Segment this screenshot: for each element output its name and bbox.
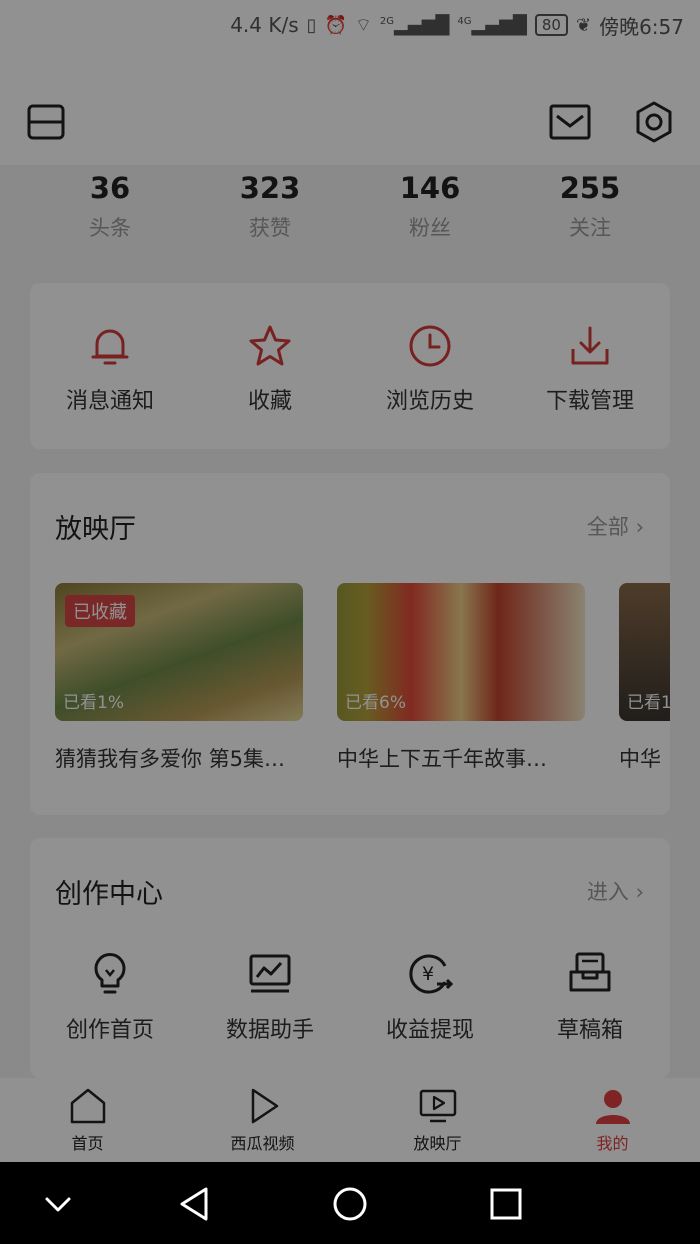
stat-headlines[interactable]: 36 头条: [30, 170, 190, 242]
svg-text:¥: ¥: [422, 963, 434, 985]
section-title: 放映厅: [55, 514, 136, 545]
quick-label: 收藏: [247, 389, 292, 414]
quick-history[interactable]: 浏览历史: [350, 283, 510, 449]
tab-mine[interactable]: 我的: [525, 1078, 700, 1162]
chart-icon: [249, 954, 291, 993]
watch-progress: 已看1%: [63, 693, 124, 713]
user-icon: [595, 1090, 630, 1124]
theater-item[interactable]: 已看6% 中华上下五千年故事…: [337, 583, 585, 773]
favorited-badge: 已收藏: [65, 595, 135, 627]
draft-box-icon: [569, 952, 611, 992]
bell-icon: [91, 329, 129, 365]
nav-back-button[interactable]: [174, 1184, 214, 1224]
tab-label: 首页: [71, 1134, 104, 1153]
recents-square-icon: [490, 1188, 522, 1220]
section-title: 创作中心: [55, 879, 163, 910]
theater-item[interactable]: 已收藏 已看1% 猜猜我有多爱你 第5集…: [55, 583, 303, 773]
creator-center-card: 创作中心 进入 › 创作首页 数据助手 ¥ 收益提现 草稿箱: [30, 838, 670, 1078]
stat-value: 323: [239, 171, 301, 205]
video-thumbnail: 已收藏 已看1%: [55, 583, 303, 721]
creator-label: 创作首页: [65, 1018, 154, 1043]
quick-actions-card: 消息通知 收藏 浏览历史 下载管理: [30, 283, 670, 449]
bottom-tab-bar: 首页 西瓜视频 放映厅 我的: [0, 1078, 700, 1162]
home-circle-icon: [333, 1187, 367, 1221]
mail-icon: [549, 104, 591, 140]
stat-value: 146: [399, 171, 461, 205]
system-nav-bar: [0, 1162, 700, 1244]
stats-row: 36 头条 323 获赞 146 粉丝 255 关注: [30, 170, 670, 242]
tab-xigua-video[interactable]: 西瓜视频: [175, 1078, 350, 1162]
battery-indicator: 80: [534, 14, 568, 36]
video-thumbnail: 已看6%: [337, 583, 585, 721]
video-thumbnail: 已看1: [619, 583, 670, 721]
quick-favorites[interactable]: 收藏: [190, 283, 350, 449]
theater-card: 放映厅 全部 › 已收藏 已看1% 猜猜我有多爱你 第5集… 已看6% 中华上下…: [30, 473, 670, 815]
star-icon: [249, 325, 291, 366]
gear-icon: [636, 101, 672, 143]
theater-see-all-link[interactable]: 全部 ›: [587, 511, 644, 541]
vibrate-icon: ▯: [306, 14, 317, 36]
stat-label: 获赞: [249, 216, 291, 240]
nav-hide-button[interactable]: [38, 1184, 78, 1224]
tab-label: 西瓜视频: [230, 1134, 295, 1153]
scan-button[interactable]: [27, 102, 67, 142]
play-icon: [251, 1088, 278, 1124]
wifi-icon: ⌔: [354, 14, 372, 36]
download-icon: [571, 326, 609, 365]
tv-icon: [419, 1089, 456, 1123]
stat-value: 36: [89, 171, 131, 205]
stat-label: 粉丝: [409, 216, 451, 240]
creator-label: 数据助手: [225, 1018, 314, 1043]
lightbulb-icon: [94, 953, 126, 994]
quick-label: 浏览历史: [385, 389, 474, 414]
scan-icon: [27, 104, 65, 140]
profile-header: [0, 50, 700, 165]
quick-downloads[interactable]: 下载管理: [510, 283, 670, 449]
clock-time: 傍晚6:57: [599, 14, 684, 39]
back-triangle-icon: [180, 1187, 208, 1221]
nav-recents-button[interactable]: [486, 1184, 526, 1224]
signal-2g: 2G▂▄▆█: [379, 14, 450, 36]
stat-fans[interactable]: 146 粉丝: [350, 170, 510, 242]
tab-home[interactable]: 首页: [0, 1078, 175, 1162]
tab-label: 放映厅: [413, 1134, 462, 1153]
network-speed: 4.4 K/s: [230, 13, 299, 37]
theater-list: 已收藏 已看1% 猜猜我有多爱你 第5集… 已看6% 中华上下五千年故事… 已看…: [55, 583, 670, 783]
creator-drafts[interactable]: 草稿箱: [510, 950, 670, 1044]
stat-label: 头条: [89, 216, 131, 240]
chevron-down-icon: [45, 1197, 71, 1212]
tab-label: 我的: [596, 1134, 629, 1153]
stat-value: 255: [559, 171, 621, 205]
theater-item[interactable]: 已看1 中华: [619, 583, 670, 773]
watch-progress: 已看6%: [345, 693, 406, 713]
creator-home[interactable]: 创作首页: [30, 950, 190, 1044]
quick-label: 下载管理: [545, 389, 634, 414]
creator-earnings[interactable]: ¥ 收益提现: [350, 950, 510, 1044]
settings-button[interactable]: [632, 100, 676, 144]
creator-label: 收益提现: [385, 1018, 474, 1043]
watch-progress: 已看1: [627, 693, 670, 713]
status-bar: 4.4 K/s ▯ ⏰ ⌔ 2G▂▄▆█ 4G▂▄▆█ 80 ❦ 傍晚6:57: [0, 0, 700, 50]
mail-button[interactable]: [549, 102, 591, 142]
home-icon: [70, 1088, 105, 1124]
quick-notifications[interactable]: 消息通知: [30, 283, 190, 449]
signal-4g: 4G▂▄▆█: [457, 14, 527, 36]
leaf-icon: ❦: [575, 14, 592, 36]
quick-label: 消息通知: [65, 389, 154, 414]
alarm-icon: ⏰: [324, 14, 347, 36]
creator-enter-link[interactable]: 进入 ›: [587, 876, 644, 906]
stat-likes[interactable]: 323 获赞: [190, 170, 350, 242]
tab-theater[interactable]: 放映厅: [350, 1078, 525, 1162]
video-title: 猜猜我有多爱你 第5集…: [55, 747, 286, 771]
clock-icon: [409, 325, 451, 367]
stat-label: 关注: [569, 216, 611, 240]
yuan-icon: ¥: [409, 954, 453, 994]
video-title: 中华: [619, 747, 661, 771]
nav-home-button[interactable]: [330, 1184, 370, 1224]
creator-data-assistant[interactable]: 数据助手: [190, 950, 350, 1044]
creator-label: 草稿箱: [556, 1018, 623, 1043]
stat-following[interactable]: 255 关注: [510, 170, 670, 242]
video-title: 中华上下五千年故事…: [337, 747, 547, 771]
